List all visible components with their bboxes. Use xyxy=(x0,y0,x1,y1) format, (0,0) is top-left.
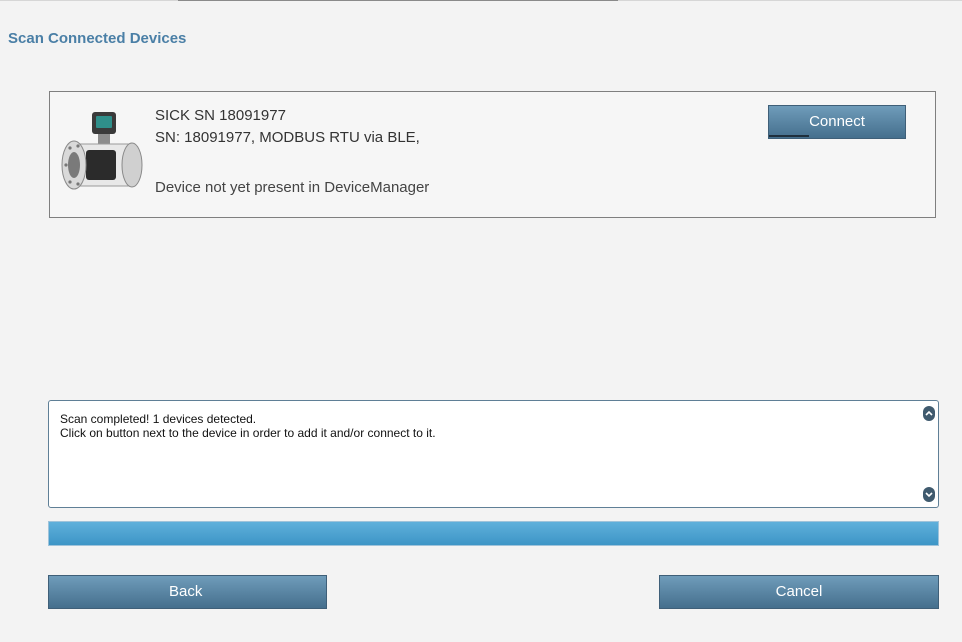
chevron-up-icon xyxy=(925,410,933,416)
scan-progress-fill xyxy=(49,522,938,545)
connect-button[interactable]: Connect xyxy=(768,105,906,139)
scan-progress-bar xyxy=(48,521,939,546)
device-serial-line: SN: 18091977, MODBUS RTU via BLE, xyxy=(155,129,420,146)
back-button-label: Back xyxy=(169,583,203,600)
scan-log-textarea[interactable]: Scan completed! 1 devices detected. Clic… xyxy=(48,400,939,508)
cancel-button[interactable]: Cancel xyxy=(659,575,939,609)
back-button[interactable]: Back xyxy=(48,575,327,609)
device-name: SICK SN 18091977 xyxy=(155,107,286,124)
log-line: Click on button next to the device in or… xyxy=(60,426,436,440)
connect-button-focus-underline xyxy=(769,135,809,137)
device-card: SICK SN 18091977 SN: 18091977, MODBUS RT… xyxy=(49,91,936,218)
cancel-button-label: Cancel xyxy=(775,583,823,600)
top-border-accent xyxy=(178,0,618,1)
log-line: Scan completed! 1 devices detected. xyxy=(60,412,257,426)
flowmeter-device-icon xyxy=(56,108,144,208)
connect-button-label: Connect xyxy=(809,113,865,130)
scroll-up-button[interactable] xyxy=(923,406,935,421)
scroll-down-button[interactable] xyxy=(923,487,935,502)
chevron-down-icon xyxy=(925,492,933,498)
page-title: Scan Connected Devices xyxy=(8,30,187,47)
device-status: Device not yet present in DeviceManager xyxy=(155,179,430,196)
